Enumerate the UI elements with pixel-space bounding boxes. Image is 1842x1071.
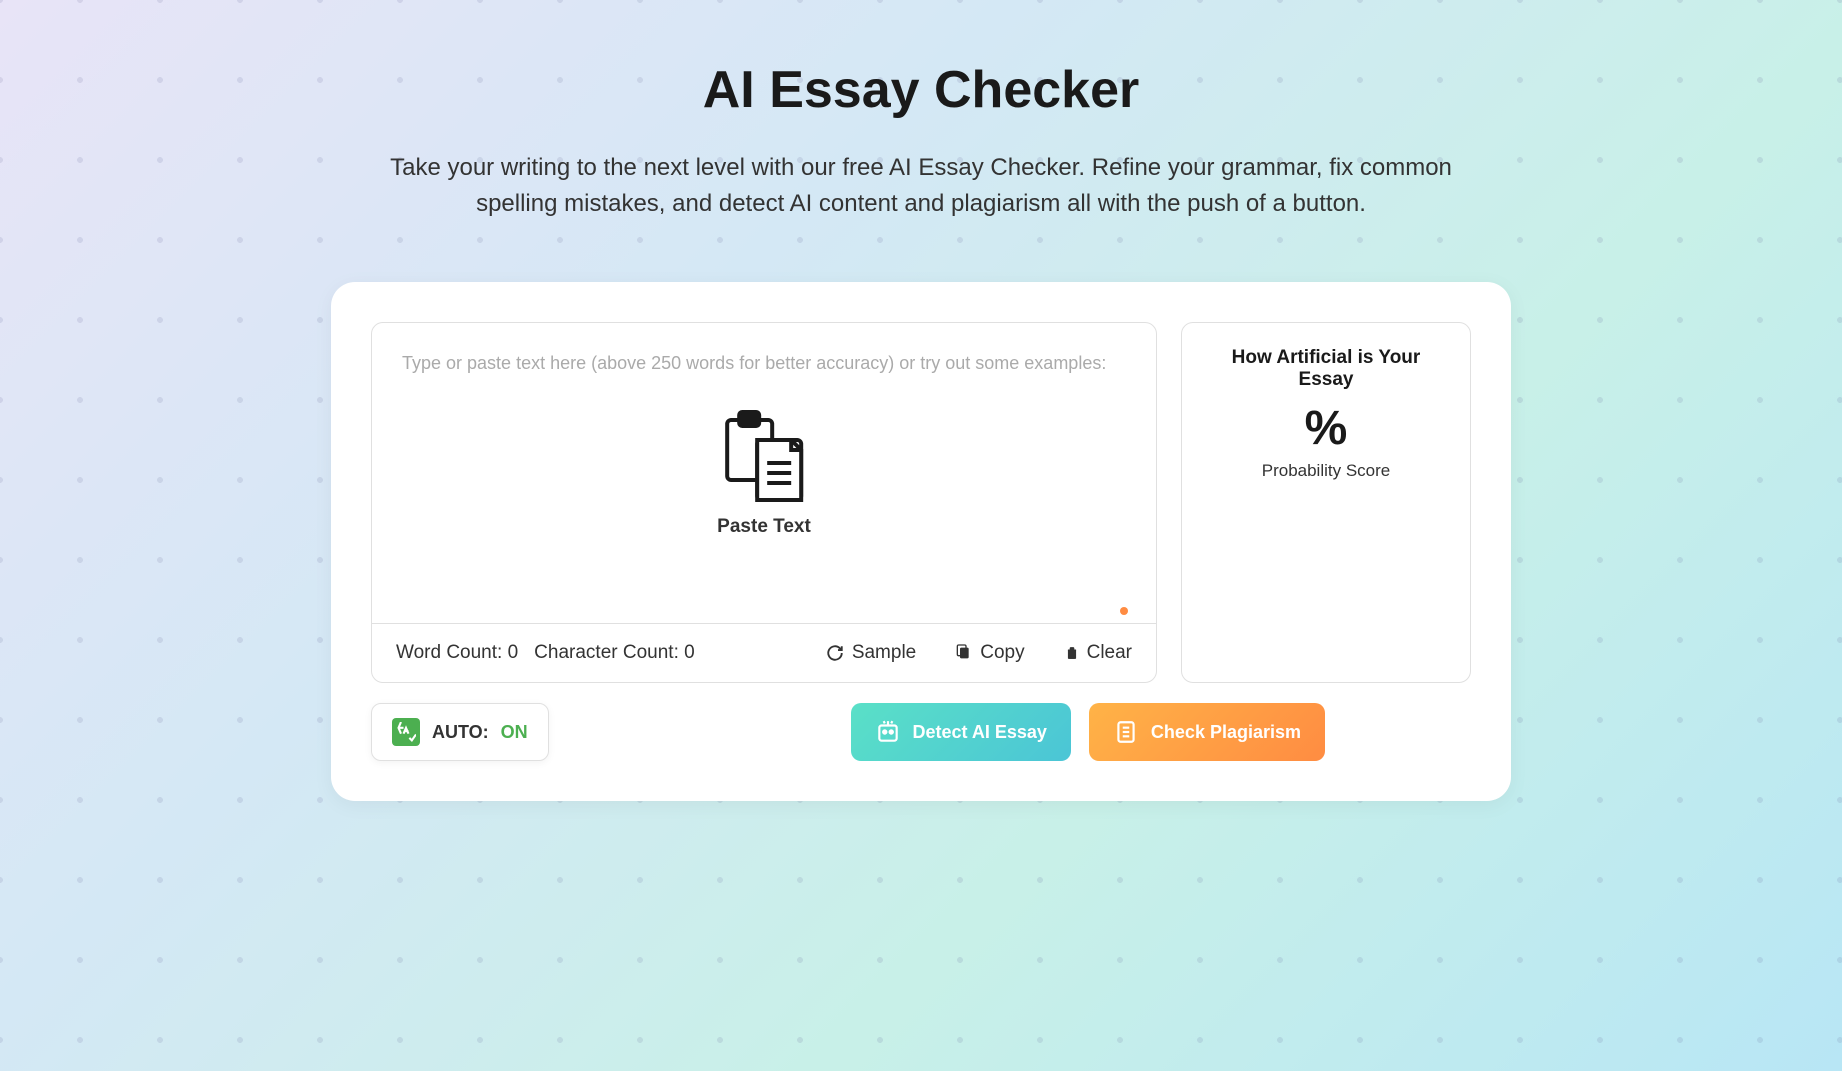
percent-score: % bbox=[1206, 405, 1446, 453]
probability-label: Probability Score bbox=[1206, 461, 1446, 481]
editor-footer: Word Count: 0 Character Count: 0 bbox=[372, 623, 1156, 682]
sample-button[interactable]: Sample bbox=[826, 642, 916, 664]
editor-panel: Type or paste text here (above 250 words… bbox=[371, 322, 1157, 683]
paste-text-button[interactable]: Paste Text bbox=[717, 408, 811, 538]
resize-handle-dot bbox=[1120, 607, 1128, 615]
refresh-icon bbox=[826, 644, 844, 662]
document-check-icon bbox=[1113, 719, 1139, 745]
spellcheck-icon bbox=[392, 718, 420, 746]
copy-icon bbox=[956, 644, 972, 662]
clear-button[interactable]: Clear bbox=[1065, 642, 1132, 664]
word-count: Word Count: 0 bbox=[396, 642, 518, 664]
text-editor-area[interactable]: Type or paste text here (above 250 words… bbox=[372, 323, 1156, 623]
detect-ai-button[interactable]: Detect AI Essay bbox=[851, 703, 1071, 761]
ai-detect-icon bbox=[875, 719, 901, 745]
main-card: Type or paste text here (above 250 words… bbox=[331, 282, 1511, 801]
character-count: Character Count: 0 bbox=[534, 642, 695, 664]
clipboard-paste-icon bbox=[719, 408, 809, 508]
results-title: How Artificial is Your Essay bbox=[1206, 347, 1446, 391]
editor-placeholder: Type or paste text here (above 250 words… bbox=[402, 353, 1106, 374]
auto-status: ON bbox=[501, 722, 528, 743]
results-panel: How Artificial is Your Essay % Probabili… bbox=[1181, 322, 1471, 683]
auto-toggle[interactable]: AUTO: ON bbox=[371, 703, 549, 761]
auto-label: AUTO: bbox=[432, 722, 489, 743]
page-subtitle: Take your writing to the next level with… bbox=[371, 150, 1471, 222]
trash-icon bbox=[1065, 644, 1079, 662]
page-title: AI Essay Checker bbox=[703, 60, 1140, 120]
check-plagiarism-button[interactable]: Check Plagiarism bbox=[1089, 703, 1325, 761]
paste-text-label: Paste Text bbox=[717, 516, 811, 538]
copy-button[interactable]: Copy bbox=[956, 642, 1024, 664]
